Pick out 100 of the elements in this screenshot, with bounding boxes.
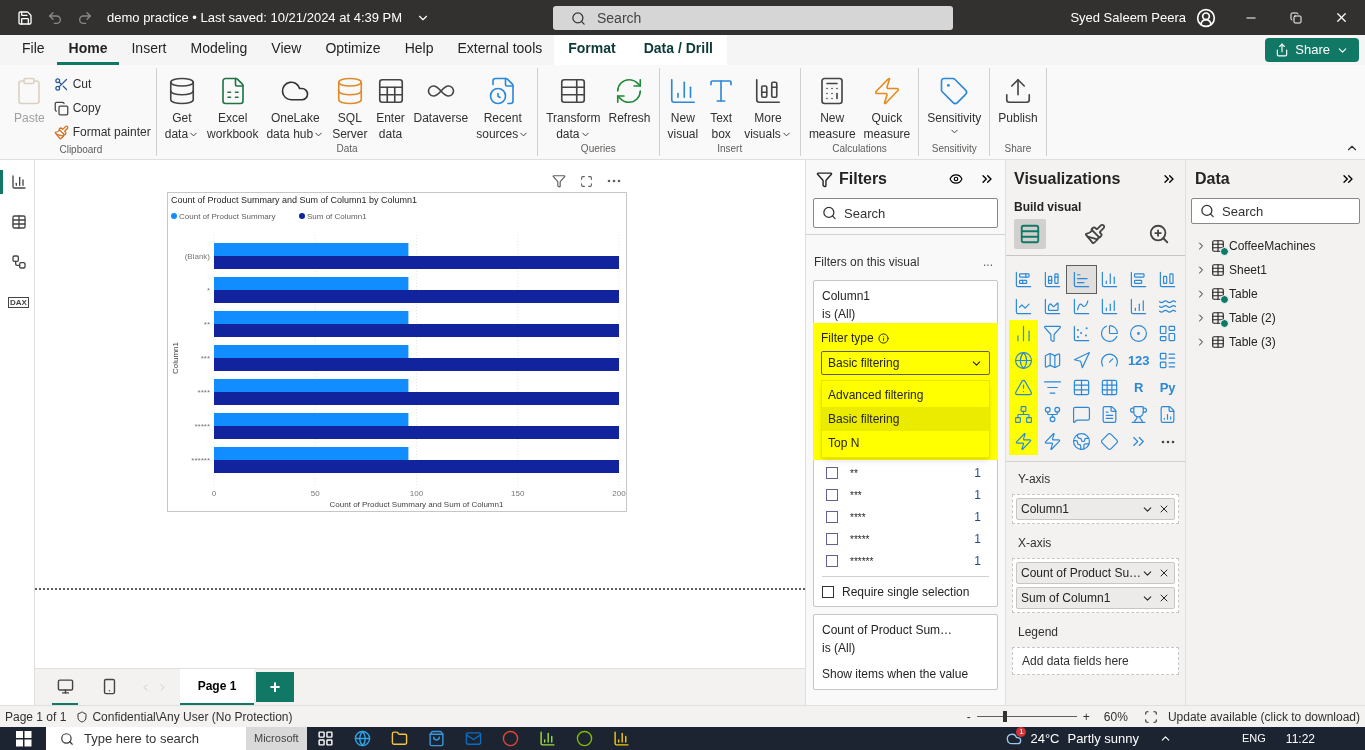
taskbar-app[interactable]: Microsoft: [246, 727, 307, 750]
browser-icon[interactable]: [353, 730, 371, 747]
ribbon-tab[interactable]: File: [10, 35, 57, 65]
ribbon-button[interactable]: New visual: [664, 76, 702, 142]
redo-icon[interactable]: [77, 9, 93, 26]
filter-icon[interactable]: [552, 174, 566, 188]
table-item[interactable]: Sheet1: [1195, 258, 1356, 282]
ribbon-button[interactable]: Dataverse: [410, 76, 472, 126]
field-chip[interactable]: Sum of Column1: [1016, 587, 1175, 609]
chart-icon[interactable]: [538, 730, 556, 747]
ribbon-button[interactable]: SQL Server: [329, 76, 371, 142]
browser-icon[interactable]: [501, 730, 519, 747]
ribbon-button[interactable]: New measure: [805, 76, 859, 142]
ribbon-button[interactable]: Publish: [995, 76, 1041, 126]
language: ENG: [1242, 731, 1266, 747]
ribbon-button[interactable]: Sensitivity: [924, 76, 985, 137]
more-button[interactable]: ...: [983, 253, 993, 271]
more-icon[interactable]: [607, 179, 621, 183]
search-field[interactable]: Search: [553, 5, 953, 30]
zoom-out-button[interactable]: -: [966, 707, 971, 726]
table-item[interactable]: Table (2): [1195, 306, 1356, 330]
undo-icon[interactable]: [47, 9, 63, 26]
ribbon-button[interactable]: Get data: [161, 76, 203, 142]
remove-icon[interactable]: [1158, 567, 1170, 579]
windows-logo-icon[interactable]: [16, 730, 32, 747]
avatar-icon[interactable]: [1196, 7, 1216, 28]
ribbon-button[interactable]: Enter data: [372, 76, 409, 142]
page-tab[interactable]: Page 1: [180, 669, 254, 705]
ribbon-button[interactable]: Refresh: [605, 76, 654, 126]
pane-title: Visualizations: [1014, 169, 1122, 189]
add-page-button[interactable]: +: [256, 672, 294, 702]
ribbon-tab[interactable]: Help: [392, 35, 446, 65]
eye-icon[interactable]: [949, 172, 963, 186]
temperature: 24°C: [1030, 729, 1060, 748]
ribbon-tab[interactable]: Format: [554, 35, 630, 65]
ribbon-button[interactable]: Transform data: [543, 76, 604, 142]
ribbon-button[interactable]: Format painter: [53, 120, 151, 144]
ribbon-button[interactable]: Recent sources: [473, 76, 533, 142]
menu-item[interactable]: Basic filtering: [822, 407, 989, 431]
ribbon-tab[interactable]: Insert: [119, 35, 179, 65]
zoom-in-button[interactable]: +: [1082, 707, 1090, 726]
menu-item[interactable]: Top N: [822, 431, 989, 455]
ribbon-tab[interactable]: Data / Drill: [629, 35, 727, 65]
search-field[interactable]: Search: [813, 198, 998, 228]
ribbon-button[interactable]: Quick measure: [860, 76, 914, 142]
field-well[interactable]: Count of Product Su… Sum of Column1: [1012, 558, 1179, 613]
ribbon-button[interactable]: OneLake data hub: [263, 76, 328, 142]
ribbon-tab[interactable]: View: [259, 35, 314, 65]
table-item[interactable]: Table: [1195, 282, 1356, 306]
focus-icon[interactable]: [580, 174, 593, 188]
filter-type-dropdown[interactable]: Basic filtering: [821, 351, 990, 375]
checkbox[interactable]: [826, 555, 838, 567]
checkbox[interactable]: [826, 533, 838, 545]
visual-type-button[interactable]: [1009, 428, 1038, 455]
item-count: 1: [974, 553, 981, 570]
menu-item[interactable]: Advanced filtering: [822, 383, 989, 407]
visual-type-button[interactable]: [1066, 266, 1096, 293]
stacked-bar-chart-icon: [1013, 270, 1033, 289]
search-field[interactable]: Search: [1191, 198, 1360, 224]
table-item[interactable]: Table (3): [1195, 330, 1356, 354]
view-button[interactable]: DAX: [0, 290, 35, 314]
chart-icon[interactable]: [612, 730, 630, 747]
checkbox[interactable]: [826, 511, 838, 523]
remove-icon[interactable]: [1158, 503, 1170, 515]
weather-text: Partly sunny: [1067, 729, 1139, 748]
page-count: Page 1 of 1: [5, 708, 67, 726]
ribbon-tab[interactable]: Optimize: [313, 35, 393, 65]
ribbon-button[interactable]: Text box: [703, 76, 740, 142]
ribbon-tab[interactable]: External tools: [445, 35, 555, 65]
scissors-icon: [53, 76, 69, 92]
app-icon[interactable]: [575, 730, 593, 747]
checkbox[interactable]: [822, 585, 834, 598]
ribbon-tab[interactable]: Modeling: [178, 35, 260, 65]
taskbar-search[interactable]: Type here to search: [46, 727, 246, 750]
share-button[interactable]: Share: [1265, 38, 1359, 62]
restore-icon[interactable]: [1290, 11, 1302, 24]
fit-page-icon[interactable]: [1143, 709, 1158, 724]
ribbon-button[interactable]: More visuals: [741, 76, 795, 142]
field-chip[interactable]: Count of Product Su…: [1016, 562, 1175, 584]
checkbox[interactable]: [826, 467, 838, 479]
stacked-column-chart-icon: [1042, 270, 1062, 289]
ribbon-button[interactable]: Copy: [53, 96, 151, 120]
mail-icon[interactable]: [464, 730, 482, 747]
zoom-slider[interactable]: [976, 710, 1077, 723]
diamond-icon: [1100, 432, 1120, 451]
paintbrush-icon: [1083, 223, 1106, 245]
table-item[interactable]: CoffeeMachines: [1195, 234, 1356, 258]
field-well[interactable]: Add data fields here: [1012, 647, 1179, 675]
gauge-icon: [1100, 351, 1120, 370]
checkbox[interactable]: [826, 489, 838, 501]
task-view-icon[interactable]: [316, 730, 334, 747]
store-icon[interactable]: [427, 730, 445, 747]
ribbon-button[interactable]: Cut: [53, 72, 151, 96]
remove-icon[interactable]: [1158, 592, 1170, 604]
ribbon-button[interactable]: Excel workbook: [204, 76, 262, 142]
folder-icon[interactable]: [390, 730, 408, 747]
update-link[interactable]: Update available (click to download): [1167, 707, 1360, 726]
notification-badge: 1: [1016, 726, 1027, 737]
save-icon[interactable]: [17, 9, 33, 26]
close-icon[interactable]: [1334, 10, 1349, 25]
